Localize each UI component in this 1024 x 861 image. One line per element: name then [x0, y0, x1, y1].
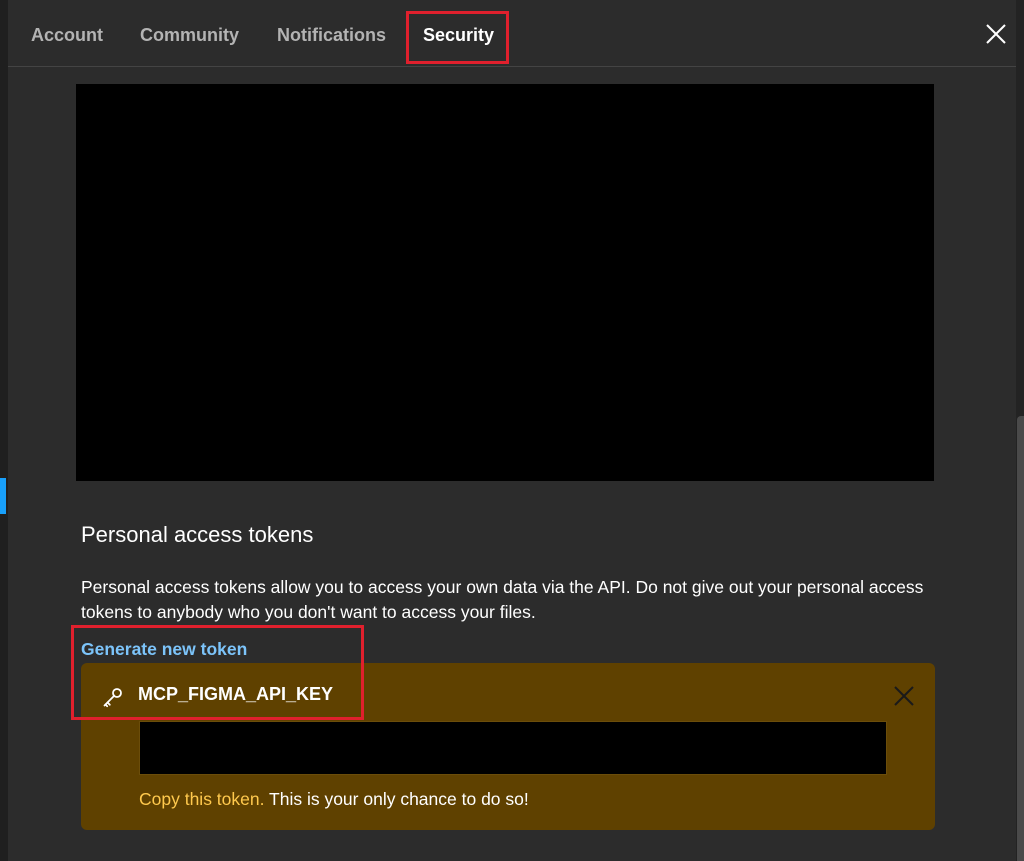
section-description: Personal access tokens allow you to acce…: [81, 577, 924, 622]
tab-notifications[interactable]: Notifications: [277, 4, 386, 66]
tab-bar: Account Community Notifications Security: [8, 4, 1016, 67]
key-icon: [103, 688, 122, 708]
media-placeholder: [76, 84, 934, 481]
close-icon: [894, 686, 914, 706]
copy-warning-text: This is your only chance to do so!: [264, 789, 529, 809]
scrollbar-thumb[interactable]: [1017, 416, 1024, 861]
background-selection-marker: [0, 478, 6, 514]
close-button[interactable]: [980, 18, 1012, 50]
settings-modal: Account Community Notifications Security…: [8, 4, 1016, 861]
copy-token-text: Copy this token.: [139, 789, 265, 809]
token-dismiss-button[interactable]: [891, 683, 917, 709]
section-title: Personal access tokens: [81, 522, 314, 547]
close-icon: [986, 24, 1006, 44]
token-name: MCP_FIGMA_API_KEY: [138, 684, 334, 704]
tab-account[interactable]: Account: [31, 4, 103, 66]
token-value-field[interactable]: [139, 721, 887, 775]
background-app-strip: [0, 0, 8, 861]
token-card: MCP_FIGMA_API_KEY Copy this token. This …: [81, 663, 935, 830]
scrollbar-track[interactable]: [1016, 0, 1024, 861]
tab-security[interactable]: Security: [423, 4, 494, 66]
generate-token-link[interactable]: Generate new token: [81, 639, 247, 660]
token-copy-note: Copy this token. This is your only chanc…: [139, 789, 529, 810]
tab-community[interactable]: Community: [140, 4, 239, 66]
